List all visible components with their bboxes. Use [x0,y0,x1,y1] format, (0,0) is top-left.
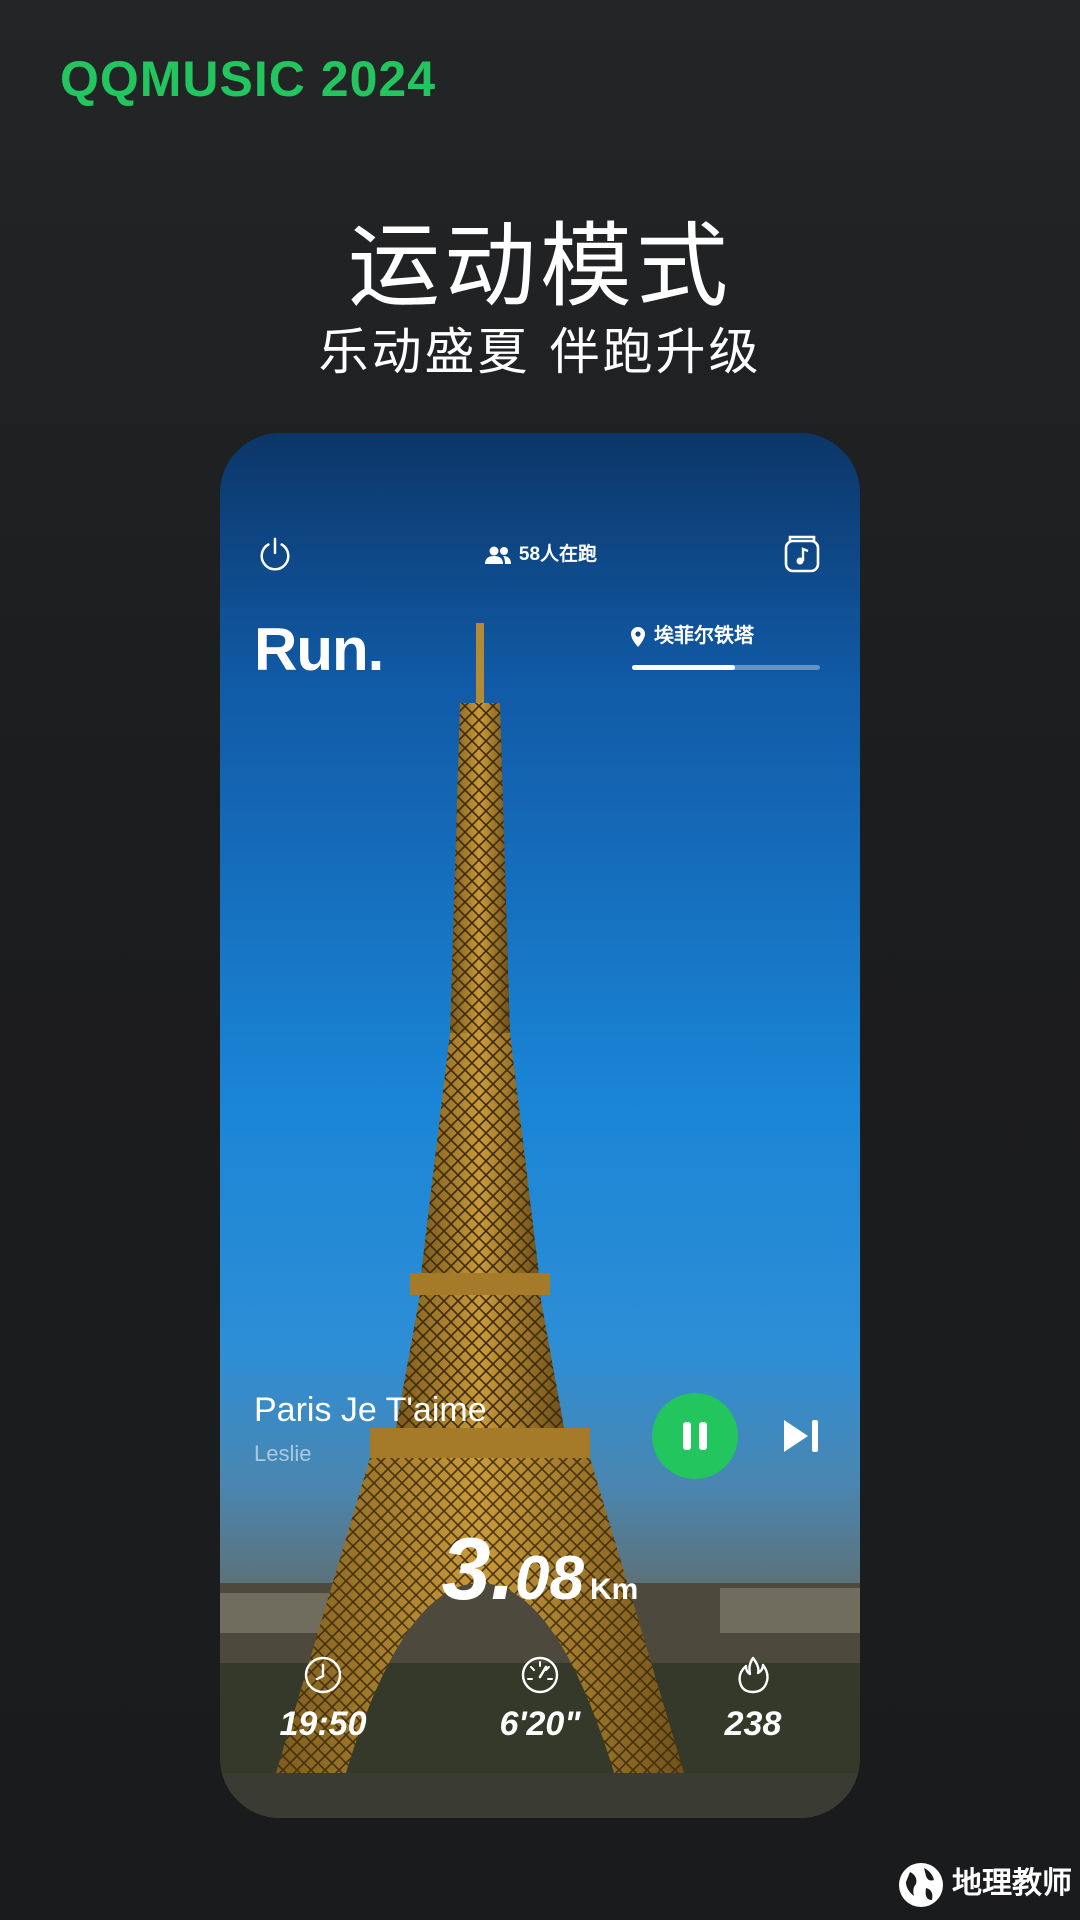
distance-fraction: 08 [515,1544,584,1613]
runners-count[interactable]: 58人在跑 [220,539,860,566]
top-bar: 58人在跑 [220,523,860,583]
distance-unit: Km [590,1573,639,1606]
distance-whole: 3. [441,1519,516,1618]
location-progress-bar [632,665,820,670]
stat-pace-value: 6'20" [499,1705,581,1743]
stat-calories-value: 238 [724,1705,782,1743]
music-note-icon[interactable] [782,533,822,573]
next-track-button[interactable] [782,1418,822,1454]
stat-pace: 6'20" [460,1655,620,1744]
phone-mockup: 58人在跑 Run. 埃菲尔铁塔 Paris Je T'aime Leslie [220,433,860,1818]
clock-icon [304,1656,342,1694]
stat-time: 19:50 [243,1655,403,1744]
flame-icon [738,1656,769,1694]
pause-icon [683,1422,707,1450]
runners-count-label: 58人在跑 [518,544,598,565]
brand-logo: QQMUSIC 2024 [60,51,437,107]
song-artist: Leslie [254,1441,312,1466]
page-title: 运动模式 [347,213,732,320]
song-title: Paris Je T'aime [254,1391,487,1429]
stat-calories: 238 [673,1655,833,1744]
promo-page: QQMUSIC 2024 运动模式 乐动盛夏 伴跑升级 58人在跑 Run. 埃… [0,0,1080,1920]
watermark-text: 地理教师 [952,1866,1072,1901]
location-name: 埃菲尔铁塔 [654,625,754,647]
run-logo: Run. [254,616,384,683]
location-progress-fill [632,665,736,670]
pause-button[interactable] [652,1393,738,1479]
watermark: 地理教师 [896,1858,1072,1910]
people-icon [484,546,511,564]
location-label[interactable]: 埃菲尔铁塔 [630,619,754,648]
globe-icon [899,1863,943,1907]
stat-time-value: 19:50 [279,1705,367,1743]
speedometer-icon [521,1656,559,1694]
page-subtitle: 乐动盛夏 伴跑升级 [318,323,762,381]
distance-display: 3.08 Km [220,1518,860,1620]
pin-icon [631,626,645,647]
